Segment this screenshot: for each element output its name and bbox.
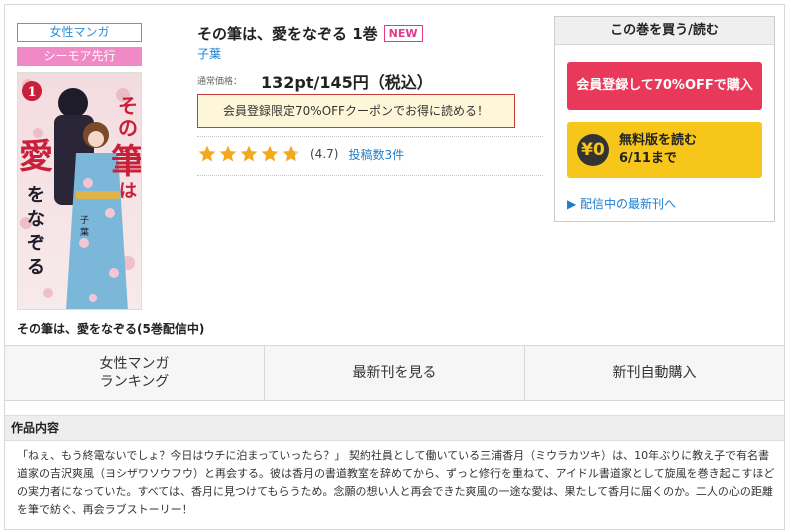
synopsis-text: 「ねぇ、もう終電ないでしょ？今日はウチに泊まっていったら？」 契約社員として働い… — [17, 449, 775, 516]
price-value: 132pt/145円（税込） — [261, 73, 433, 92]
buy-panel-header: この巻を買う/読む — [555, 17, 774, 45]
volume-badge: 1 — [27, 85, 36, 100]
ranking-button[interactable]: 女性マンガ ランキング — [5, 346, 265, 400]
svg-text:る: る — [27, 257, 45, 278]
svg-text:子: 子 — [80, 215, 89, 226]
auto-purchase-button[interactable]: 新刊自動購入 — [525, 346, 784, 400]
author-link[interactable]: 子葉 — [197, 45, 221, 62]
coupon-banner[interactable]: 会員登録限定70%OFFクーポンでお得に読める！ — [197, 94, 515, 128]
svg-text:ぞ: ぞ — [27, 233, 45, 254]
read-free-button[interactable]: ¥0 無料版を読む 6/11まで — [567, 122, 762, 178]
free-yen-icon: ¥0 — [577, 134, 609, 166]
star-partial-icon — [281, 144, 301, 164]
star-icon — [239, 144, 259, 164]
star-icon — [197, 144, 217, 164]
sneak-preview-tag: シーモア先行 — [17, 47, 142, 66]
divider — [197, 136, 543, 137]
svg-text:な: な — [27, 209, 45, 230]
new-badge: NEW — [383, 25, 423, 42]
synopsis-heading: 作品内容 — [5, 415, 784, 441]
svg-text:は: は — [119, 181, 137, 202]
register-purchase-button[interactable]: 会員登録して70%OFFで購入 — [567, 62, 762, 110]
book-title-text: その筆は、愛をなぞる 1巻 — [197, 25, 378, 43]
series-title[interactable]: その筆は、愛をなぞる(5巻配信中) — [17, 320, 204, 337]
book-cover-image[interactable]: 1 そ の 筆 は 愛 を な ぞ る 子 葉 — [17, 72, 142, 310]
review-count-link[interactable]: 投稿数3件 — [348, 146, 404, 163]
svg-text:そ: そ — [118, 94, 138, 118]
latest-volume-link[interactable]: ▶ 配信中の最新刊へ — [567, 195, 676, 212]
genre-tag[interactable]: 女性マンガ — [17, 23, 142, 42]
svg-text:愛: 愛 — [19, 137, 53, 177]
svg-text:の: の — [118, 116, 138, 140]
rating: (4.7) 投稿数3件 — [197, 144, 404, 164]
ranking-label-2: ランキング — [99, 374, 170, 390]
book-title: その筆は、愛をなぞる 1巻 NEW — [197, 23, 423, 44]
rating-value: (4.7) — [310, 147, 339, 161]
free-line1: 無料版を読む — [619, 133, 698, 148]
buy-panel: この巻を買う/読む 会員登録して70%OFFで購入 ¥0 無料版を読む 6/11… — [554, 16, 775, 222]
divider — [197, 175, 543, 176]
svg-text:筆: 筆 — [111, 142, 142, 182]
free-text: 無料版を読む 6/11まで — [619, 132, 697, 168]
product-page: 女性マンガ シーモア先行 1 そ の 筆 は 愛 を な ぞ る 子 葉 その筆… — [4, 4, 785, 530]
svg-text:を: を — [27, 185, 45, 206]
ranking-label-1: 女性マンガ — [99, 356, 170, 372]
free-line2: 6/11まで — [619, 151, 677, 166]
action-nav: 女性マンガ ランキング 最新刊を見る 新刊自動購入 — [5, 345, 784, 401]
svg-text:葉: 葉 — [80, 226, 89, 238]
star-icon — [260, 144, 280, 164]
star-icon — [218, 144, 238, 164]
price-label: 通常価格： — [197, 77, 243, 87]
latest-volume-button[interactable]: 最新刊を見る — [265, 346, 525, 400]
